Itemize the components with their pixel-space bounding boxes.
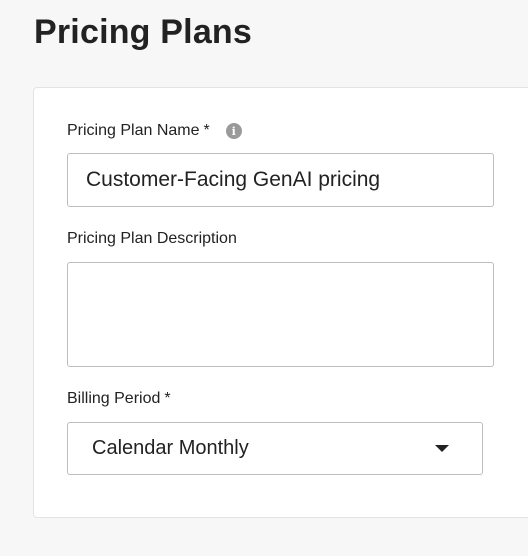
billing-period-required-marker: * (164, 390, 171, 407)
pricing-plan-description-input[interactable] (67, 262, 494, 367)
billing-period-label: Billing Period (67, 390, 161, 407)
description-label-row: Pricing Plan Description (67, 228, 237, 250)
caret-down-icon (435, 445, 449, 452)
billing-period-selected-value: Calendar Monthly (92, 437, 249, 459)
name-label-row: Pricing Plan Name * i (67, 120, 242, 142)
billing-period-label-row: Billing Period * (67, 388, 171, 410)
description-label: Pricing Plan Description (67, 230, 237, 247)
info-icon[interactable]: i (225, 123, 242, 139)
name-label: Pricing Plan Name (67, 122, 200, 139)
pricing-plan-name-input[interactable] (67, 153, 494, 207)
pricing-plan-form-card: Pricing Plan Name * i Pricing Plan Descr… (33, 87, 528, 518)
name-required-marker: * (203, 122, 210, 139)
page-title: Pricing Plans (34, 13, 253, 51)
billing-period-select[interactable]: Calendar Monthly (67, 422, 483, 475)
